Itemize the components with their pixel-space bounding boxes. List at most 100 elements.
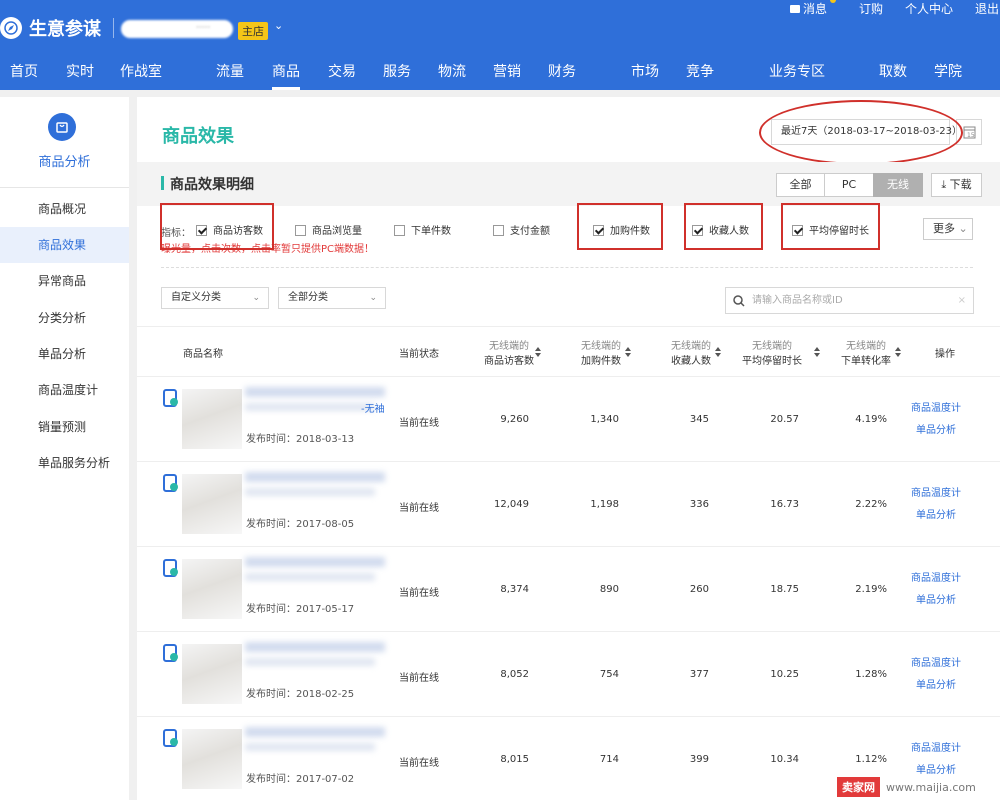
divider bbox=[161, 267, 973, 268]
sort-icon[interactable] bbox=[625, 347, 631, 357]
logout-link[interactable]: 退出 bbox=[975, 0, 999, 17]
product-thumbnail[interactable] bbox=[182, 389, 242, 449]
product-title-redacted[interactable] bbox=[245, 743, 375, 751]
sidebar-item-forecast[interactable]: 销量预测 bbox=[0, 409, 129, 445]
table-row: 发布时间：2017-05-17 当前在线 8,374 890 260 18.75… bbox=[137, 547, 1000, 632]
stay-cell: 20.57 bbox=[770, 414, 799, 425]
sidebar-item-thermometer[interactable]: 商品温度计 bbox=[0, 372, 129, 408]
publish-date: 2017-08-05 bbox=[296, 519, 355, 530]
nav-home[interactable]: 首页 bbox=[10, 61, 38, 81]
metric-orders-checkbox[interactable]: 下单件数 bbox=[394, 222, 451, 237]
nav-warroom[interactable]: 作战室 bbox=[120, 61, 162, 81]
all-category-select[interactable]: 全部分类 ⌄ bbox=[278, 287, 386, 309]
thermometer-link[interactable]: 商品温度计 bbox=[911, 569, 961, 584]
sort-icon[interactable] bbox=[715, 347, 721, 357]
nav-traffic[interactable]: 流量 bbox=[216, 61, 244, 81]
nav-realtime[interactable]: 实时 bbox=[66, 61, 94, 81]
product-title-redacted[interactable] bbox=[245, 557, 385, 567]
chevron-down-icon[interactable]: ⌄ bbox=[274, 19, 283, 32]
nav-business-zone[interactable]: 业务专区 bbox=[769, 61, 825, 81]
single-analysis-link[interactable]: 单品分析 bbox=[916, 676, 956, 691]
search-input[interactable]: 请输入商品名称或ID × bbox=[725, 287, 974, 314]
sort-icon[interactable] bbox=[535, 347, 541, 357]
stay-cell: 10.34 bbox=[770, 754, 799, 765]
download-label: 下载 bbox=[949, 178, 972, 191]
col-product-name: 商品名称 bbox=[183, 349, 223, 360]
sort-icon[interactable] bbox=[895, 347, 901, 357]
download-button[interactable]: ⤓ 下载 bbox=[931, 173, 982, 197]
nav-marketing[interactable]: 营销 bbox=[493, 61, 521, 81]
sidebar-item-category[interactable]: 分类分析 bbox=[0, 300, 129, 336]
segment-wireless[interactable]: 无线 bbox=[873, 173, 923, 197]
sidebar-item-service[interactable]: 单品服务分析 bbox=[0, 445, 129, 481]
nav-market[interactable]: 市场 bbox=[631, 61, 659, 81]
metrics-panel: 指标： 商品访客数 商品浏览量 下单件数 支付金额 加购件数 收藏人数 平均停留… bbox=[137, 203, 1000, 272]
col-visitors[interactable]: 无线端的 商品访客数 bbox=[480, 337, 538, 367]
product-title-tail[interactable]: -无袖 bbox=[361, 400, 385, 415]
brand-name[interactable]: 生意参谋 bbox=[29, 15, 101, 41]
visitors-cell: 12,049 bbox=[494, 499, 529, 510]
metric-pageviews-checkbox[interactable]: 商品浏览量 bbox=[295, 222, 362, 237]
table-row: 发布时间：2018-02-25 当前在线 8,052 754 377 10.25… bbox=[137, 632, 1000, 717]
cart-cell: 1,340 bbox=[590, 414, 619, 425]
messages-link[interactable]: 消息 bbox=[790, 0, 836, 17]
clear-icon[interactable]: × bbox=[958, 288, 966, 313]
nav-data-fetch[interactable]: 取数 bbox=[879, 61, 907, 81]
personal-center-link[interactable]: 个人中心 bbox=[905, 0, 953, 17]
col-cart[interactable]: 无线端的 加购件数 bbox=[577, 337, 625, 367]
shop-name-redacted[interactable]: ····· bbox=[121, 20, 233, 38]
product-thumbnail[interactable] bbox=[182, 559, 242, 619]
checkbox-unchecked[interactable] bbox=[394, 225, 405, 236]
thermometer-link[interactable]: 商品温度计 bbox=[911, 654, 961, 669]
nav-logistics[interactable]: 物流 bbox=[438, 61, 466, 81]
single-analysis-link[interactable]: 单品分析 bbox=[916, 591, 956, 606]
product-title-redacted[interactable] bbox=[245, 727, 385, 737]
sidebar-item-overview[interactable]: 商品概况 bbox=[0, 191, 129, 227]
single-analysis-link[interactable]: 单品分析 bbox=[916, 506, 956, 521]
thermometer-link[interactable]: 商品温度计 bbox=[911, 399, 961, 414]
nav-service[interactable]: 服务 bbox=[383, 61, 411, 81]
product-title-redacted[interactable] bbox=[245, 472, 385, 482]
col-stay[interactable]: 无线端的 平均停留时长 bbox=[737, 337, 807, 367]
single-analysis-link[interactable]: 单品分析 bbox=[916, 421, 956, 436]
nav-products[interactable]: 商品 bbox=[272, 61, 300, 90]
publish-prefix: 发布时间： bbox=[246, 434, 296, 445]
sort-icon[interactable] bbox=[814, 347, 820, 357]
col-favorites[interactable]: 无线端的 收藏人数 bbox=[667, 337, 715, 367]
compass-icon[interactable] bbox=[0, 17, 22, 39]
metric-label: 商品浏览量 bbox=[312, 226, 362, 237]
thermometer-link[interactable]: 商品温度计 bbox=[911, 484, 961, 499]
metric-payment-checkbox[interactable]: 支付金额 bbox=[493, 222, 550, 237]
product-thumbnail[interactable] bbox=[182, 729, 242, 789]
chevron-down-icon: ⌄ bbox=[252, 293, 260, 303]
checkbox-unchecked[interactable] bbox=[295, 225, 306, 236]
product-title-redacted[interactable] bbox=[245, 488, 375, 496]
col-conversion[interactable]: 无线端的 下单转化率 bbox=[836, 337, 896, 367]
nav-finance[interactable]: 财务 bbox=[548, 61, 576, 81]
nav-trade[interactable]: 交易 bbox=[328, 61, 356, 81]
nav-academy[interactable]: 学院 bbox=[934, 61, 962, 81]
divider bbox=[0, 187, 129, 188]
product-title-redacted[interactable] bbox=[245, 573, 375, 581]
checkbox-unchecked[interactable] bbox=[493, 225, 504, 236]
product-title-redacted[interactable] bbox=[245, 658, 375, 666]
product-title-redacted[interactable] bbox=[245, 642, 385, 652]
shop-name-dots: ····· bbox=[196, 23, 211, 33]
thermometer-link[interactable]: 商品温度计 bbox=[911, 739, 961, 754]
order-link[interactable]: 订购 bbox=[859, 0, 883, 17]
sidebar-item-effect[interactable]: 商品效果 bbox=[0, 227, 129, 263]
product-thumbnail[interactable] bbox=[182, 644, 242, 704]
sidebar-item-abnormal[interactable]: 异常商品 bbox=[0, 263, 129, 299]
segment-pc[interactable]: PC bbox=[824, 173, 874, 197]
product-thumbnail[interactable] bbox=[182, 474, 242, 534]
sidebar-item-single[interactable]: 单品分析 bbox=[0, 336, 129, 372]
product-title-redacted[interactable] bbox=[245, 387, 385, 397]
nav-competition[interactable]: 竞争 bbox=[686, 61, 714, 81]
table-row: 发布时间：2017-08-05 当前在线 12,049 1,198 336 16… bbox=[137, 462, 1000, 547]
more-dropdown[interactable]: 更多 ⌄ bbox=[923, 218, 973, 240]
custom-category-select[interactable]: 自定义分类 ⌄ bbox=[161, 287, 269, 309]
product-title-redacted[interactable] bbox=[245, 403, 375, 411]
segment-all[interactable]: 全部 bbox=[776, 173, 825, 197]
mobile-icon bbox=[163, 644, 178, 662]
single-analysis-link[interactable]: 单品分析 bbox=[916, 761, 956, 776]
